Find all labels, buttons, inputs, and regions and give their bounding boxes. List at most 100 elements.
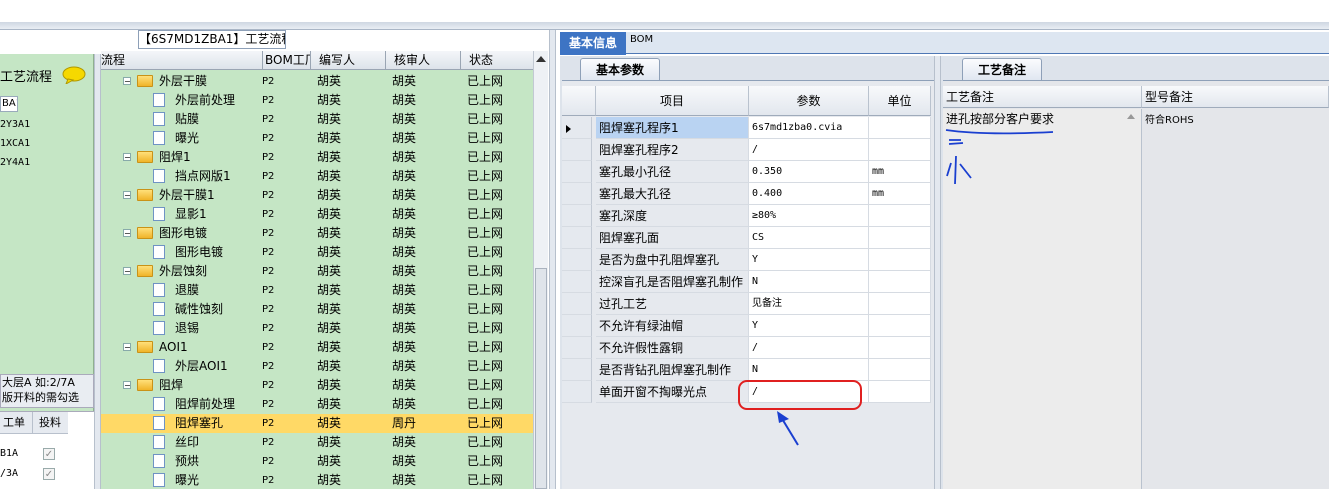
tree-row[interactable]: 曝光 P2 胡英 胡英 已上网 — [101, 129, 533, 148]
collapse-toggle-icon[interactable]: − — [123, 153, 131, 162]
collapse-toggle-icon[interactable]: − — [123, 229, 131, 238]
tree-row[interactable]: 预烘 P2 胡英 胡英 已上网 — [101, 452, 533, 471]
param-unit[interactable] — [869, 337, 931, 359]
remarks-header-model[interactable]: 型号备注 — [1142, 86, 1329, 108]
selected-code[interactable]: BA1 — [0, 96, 18, 112]
tree-row[interactable]: − 阻焊1 P2 胡英 胡英 已上网 — [101, 148, 533, 167]
subtab-basic-params[interactable]: 基本参数 — [580, 58, 660, 80]
tree-row[interactable]: 阻焊前处理 P2 胡英 胡英 已上网 — [101, 395, 533, 414]
col-bom[interactable]: BOM工厂 — [262, 51, 310, 70]
param-value[interactable]: 6s7md1zba0.cvia — [749, 117, 869, 139]
subtab-process-remarks[interactable]: 工艺备注 — [962, 58, 1042, 80]
tab-bom[interactable]: BOM — [630, 34, 653, 45]
tree-row[interactable]: 阻焊塞孔 P2 胡英 周丹 已上网 — [101, 414, 533, 433]
tree-row[interactable]: − 外层蚀刻 P2 胡英 胡英 已上网 — [101, 262, 533, 281]
collapse-toggle-icon[interactable]: − — [123, 381, 131, 390]
row-header[interactable] — [562, 293, 592, 315]
param-value[interactable]: 0.350 — [749, 161, 869, 183]
tree-row[interactable]: 贴膜 P2 胡英 胡英 已上网 — [101, 110, 533, 129]
middle-splitter[interactable] — [549, 30, 556, 489]
collapse-toggle-icon[interactable]: − — [123, 267, 131, 276]
row-header[interactable] — [562, 381, 592, 403]
status-text: 已上网 — [467, 340, 504, 354]
col-flow[interactable]: 流程 — [101, 51, 125, 70]
row-header[interactable] — [562, 249, 592, 271]
tree-row[interactable]: 碱性蚀刻 P2 胡英 胡英 已上网 — [101, 300, 533, 319]
scroll-up-icon[interactable] — [536, 56, 546, 62]
tree-row[interactable]: 退膜 P2 胡英 胡英 已上网 — [101, 281, 533, 300]
row-header[interactable] — [562, 139, 592, 161]
collapse-toggle-icon[interactable]: − — [123, 77, 131, 86]
param-value[interactable]: Y — [749, 315, 869, 337]
param-unit[interactable] — [869, 249, 931, 271]
param-value[interactable]: CS — [749, 227, 869, 249]
feed-checkbox[interactable]: ✓ — [43, 468, 55, 480]
remarks-header-process[interactable]: 工艺备注 — [943, 86, 1142, 108]
row-header[interactable] — [562, 227, 592, 249]
param-value[interactable]: N — [749, 271, 869, 293]
tree-row[interactable]: 挡点网版1 P2 胡英 胡英 已上网 — [101, 167, 533, 186]
param-value[interactable]: / — [749, 139, 869, 161]
param-unit[interactable] — [869, 359, 931, 381]
flow-tab[interactable]: 【6S7MD1ZBA1】工艺流程 — [138, 30, 286, 49]
param-unit[interactable] — [869, 271, 931, 293]
right-splitter[interactable] — [934, 56, 941, 489]
param-unit[interactable]: mm — [869, 183, 931, 205]
document-icon — [153, 93, 165, 107]
grid-header-unit[interactable]: 单位 — [869, 86, 931, 116]
tree-row[interactable]: 退锡 P2 胡英 胡英 已上网 — [101, 319, 533, 338]
row-header[interactable] — [562, 205, 592, 227]
tree-row[interactable]: − 图形电镀 P2 胡英 胡英 已上网 — [101, 224, 533, 243]
row-header[interactable] — [562, 161, 592, 183]
left-code-item[interactable]: 2Y3A1 — [0, 119, 30, 130]
grid-header-param[interactable]: 参数 — [749, 86, 869, 116]
tree-row[interactable]: 显影1 P2 胡英 胡英 已上网 — [101, 205, 533, 224]
param-unit[interactable] — [869, 227, 931, 249]
tree-row[interactable]: 曝光 P2 胡英 胡英 已上网 — [101, 471, 533, 490]
tree-row[interactable]: 丝印 P2 胡英 胡英 已上网 — [101, 433, 533, 452]
param-unit[interactable] — [869, 139, 931, 161]
tree-row[interactable]: − 阻焊 P2 胡英 胡英 已上网 — [101, 376, 533, 395]
row-header[interactable] — [562, 359, 592, 381]
param-value[interactable]: 见备注 — [749, 293, 869, 315]
param-item: 塞孔深度 — [596, 205, 749, 227]
folder-icon — [137, 151, 153, 163]
feed-col-header: 投料 — [32, 412, 68, 434]
tree-row[interactable]: − 外层干膜1 P2 胡英 胡英 已上网 — [101, 186, 533, 205]
param-value[interactable]: Y — [749, 249, 869, 271]
tree-row[interactable]: − 外层干膜 P2 胡英 胡英 已上网 — [101, 72, 533, 91]
param-unit[interactable] — [869, 205, 931, 227]
grid-header-item[interactable]: 项目 — [596, 86, 749, 116]
tree-row[interactable]: − AOI1 P2 胡英 胡英 已上网 — [101, 338, 533, 357]
param-value[interactable]: 0.400 — [749, 183, 869, 205]
chat-bubble-icon[interactable] — [62, 66, 86, 84]
param-unit[interactable] — [869, 293, 931, 315]
tree-scroll-thumb[interactable] — [535, 268, 547, 489]
feed-checkbox[interactable]: ✓ — [43, 448, 55, 460]
col-reviewer[interactable]: 核审人 — [385, 51, 460, 70]
left-splitter[interactable] — [94, 54, 101, 489]
collapse-toggle-icon[interactable]: − — [123, 343, 131, 352]
row-header[interactable] — [562, 271, 592, 293]
tab-basic-info[interactable]: 基本信息 — [560, 32, 626, 55]
remark-scroll-up-icon[interactable] — [1127, 114, 1135, 119]
param-unit[interactable]: mm — [869, 161, 931, 183]
tree-row[interactable]: 图形电镀 P2 胡英 胡英 已上网 — [101, 243, 533, 262]
status-text: 已上网 — [467, 150, 504, 164]
param-unit[interactable] — [869, 381, 931, 403]
left-code-item[interactable]: 2Y4A1 — [0, 157, 30, 168]
col-status[interactable]: 状态 — [460, 51, 533, 70]
param-value[interactable]: ≥80% — [749, 205, 869, 227]
tree-row[interactable]: 外层前处理 P2 胡英 胡英 已上网 — [101, 91, 533, 110]
param-value[interactable]: / — [749, 337, 869, 359]
row-header[interactable] — [562, 337, 592, 359]
col-writer[interactable]: 编写人 — [310, 51, 385, 70]
param-unit[interactable] — [869, 117, 931, 139]
row-header[interactable] — [562, 183, 592, 205]
tree-row[interactable]: 外层AOI1 P2 胡英 胡英 已上网 — [101, 357, 533, 376]
left-code-item[interactable]: 1XCA1 — [0, 138, 30, 149]
row-header[interactable] — [562, 315, 592, 337]
collapse-toggle-icon[interactable]: − — [123, 191, 131, 200]
param-unit[interactable] — [869, 315, 931, 337]
top-splitter[interactable] — [0, 22, 1329, 30]
